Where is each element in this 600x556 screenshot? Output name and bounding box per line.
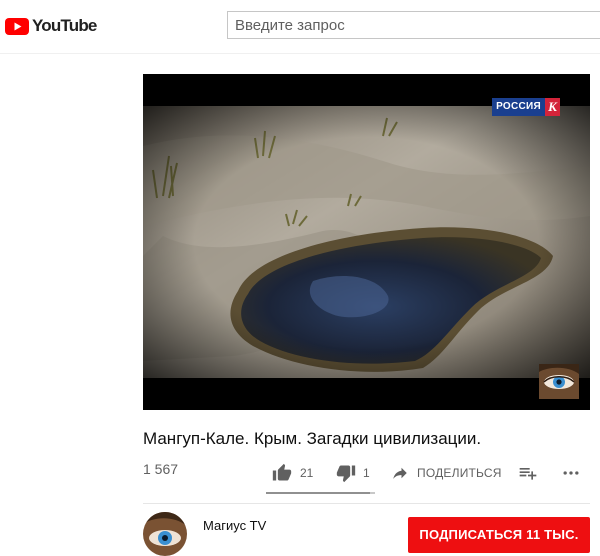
view-count: 1 567	[143, 461, 179, 477]
youtube-logo-icon	[5, 17, 29, 35]
save-to-playlist-button[interactable]	[518, 460, 538, 486]
subscribe-button[interactable]: ПОДПИСАТЬСЯ 11 ТЫС.	[408, 517, 590, 553]
like-ratio-bar	[266, 492, 375, 494]
logo-text: YouTube	[32, 16, 97, 35]
video-player[interactable]: РОССИЯ К	[143, 74, 590, 410]
like-count: 21	[300, 466, 314, 480]
share-button[interactable]: ПОДЕЛИТЬСЯ	[391, 460, 502, 486]
avatar-eye-icon	[143, 512, 187, 556]
share-arrow-icon	[393, 467, 407, 479]
share-label: ПОДЕЛИТЬСЯ	[417, 466, 502, 480]
channel-watermark-icon	[539, 364, 579, 399]
video-frame	[143, 106, 590, 378]
more-horizontal-icon	[563, 471, 579, 475]
channel-avatar[interactable]	[143, 512, 187, 556]
thumbs-up-icon	[272, 463, 292, 481]
more-actions-button[interactable]	[560, 460, 582, 486]
top-bar: YouTube	[0, 0, 600, 54]
channel-name[interactable]: Магиус TV	[203, 518, 266, 533]
like-button[interactable]: 21	[272, 460, 313, 486]
search-input[interactable]	[227, 11, 600, 39]
tv-channel-badge: РОССИЯ К	[492, 98, 560, 116]
add-to-playlist-icon	[519, 468, 537, 480]
divider	[143, 503, 590, 504]
video-title: Мангуп-Кале. Крым. Загадки цивилизации.	[143, 429, 482, 448]
tv-channel-badge-letter: К	[545, 98, 560, 116]
like-ratio-fill	[266, 492, 370, 494]
youtube-logo[interactable]: YouTube	[5, 15, 97, 37]
dislike-count: 1	[363, 466, 370, 480]
dislike-button[interactable]: 1	[336, 460, 370, 486]
thumbs-down-icon	[336, 465, 356, 483]
tv-channel-badge-text: РОССИЯ	[492, 98, 545, 116]
